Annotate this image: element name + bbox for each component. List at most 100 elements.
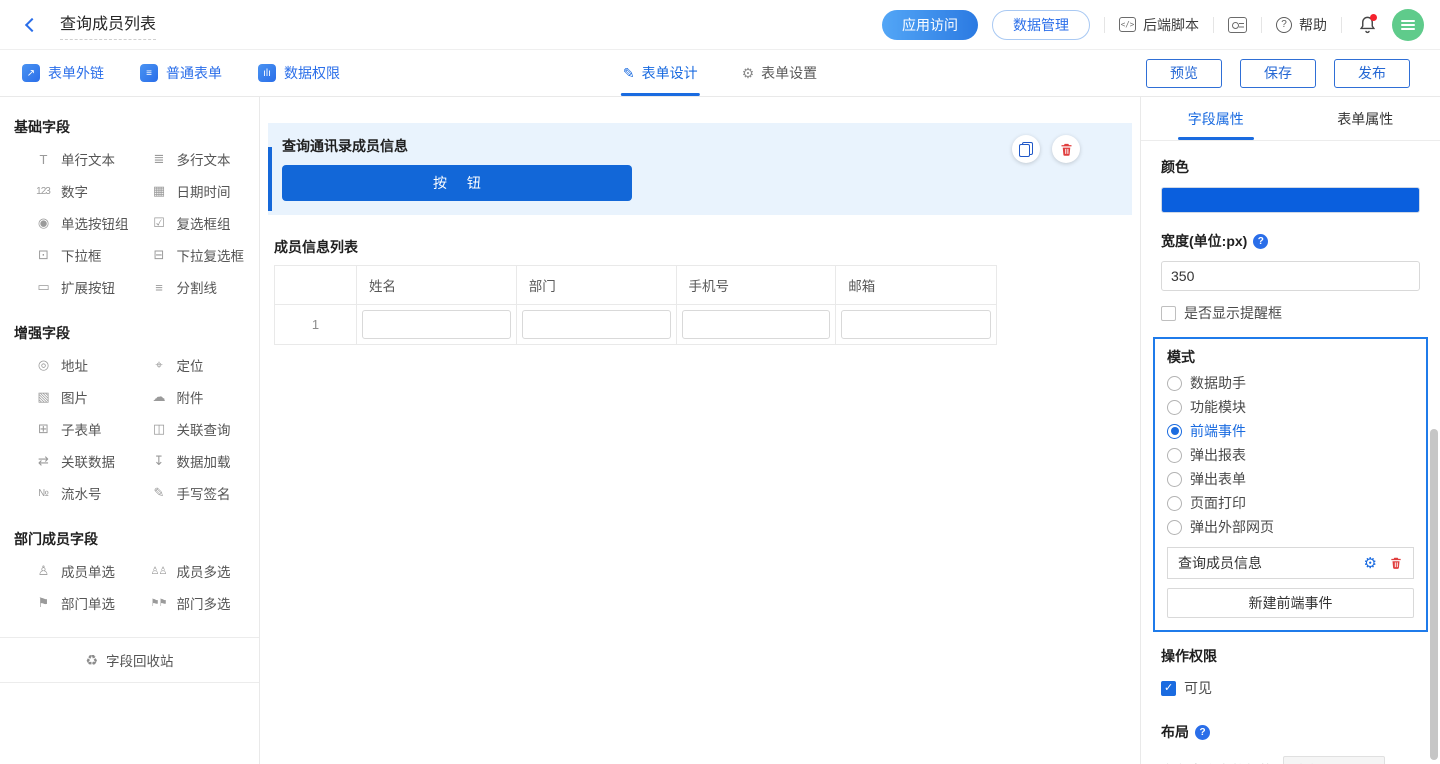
- reminder-checkbox-row[interactable]: 是否显示提醒框: [1161, 303, 1420, 323]
- field-type-label: 关联数据: [61, 451, 115, 471]
- mode-radio-option[interactable]: 弹出表单: [1167, 467, 1414, 491]
- field-type-label: 关联查询: [177, 419, 231, 439]
- width-help-icon[interactable]: ?: [1253, 234, 1268, 249]
- checkbox-group-icon: ☑: [150, 215, 168, 231]
- field-type-item[interactable]: ✎ 手写签名: [130, 477, 246, 509]
- mode-radio-option[interactable]: 弹出外部网页: [1167, 515, 1414, 539]
- table-cell-input[interactable]: [682, 310, 831, 339]
- table-column-header: 邮箱: [836, 266, 996, 305]
- form-action-button[interactable]: 按 钮: [282, 165, 632, 201]
- field-type-item[interactable]: T 单行文本: [14, 143, 130, 175]
- app-access-button[interactable]: 应用访问: [882, 10, 978, 40]
- data-manage-button[interactable]: 数据管理: [992, 10, 1090, 40]
- field-type-label: 多行文本: [177, 149, 231, 169]
- color-swatch[interactable]: [1161, 187, 1420, 213]
- toolbar-action-button[interactable]: 保存: [1240, 59, 1316, 88]
- designer-tab[interactable]: ✎ 表单设计: [623, 50, 698, 96]
- table-cell-input[interactable]: [522, 310, 671, 339]
- subform-icon: ⊞: [34, 421, 52, 437]
- mode-radio-option[interactable]: 页面打印: [1167, 491, 1414, 515]
- field-type-item[interactable]: ⊞ 子表单: [14, 413, 130, 445]
- field-type-item[interactable]: ♙♙ 成员多选: [130, 555, 246, 587]
- properties-tab[interactable]: 字段属性: [1141, 97, 1291, 140]
- copy-field-button[interactable]: [1012, 135, 1040, 163]
- properties-tab[interactable]: 表单属性: [1291, 97, 1440, 140]
- field-type-item[interactable]: ↧ 数据加载: [130, 445, 246, 477]
- radio-icon[interactable]: [1167, 400, 1182, 415]
- mode-radio-option[interactable]: 前端事件: [1167, 419, 1414, 443]
- field-type-item[interactable]: ⊡ 下拉框: [14, 239, 130, 271]
- event-delete-trash-icon[interactable]: [1389, 556, 1403, 570]
- field-type-item[interactable]: ⌖ 定位: [130, 349, 246, 381]
- page-title[interactable]: 查询成员列表: [60, 10, 156, 40]
- dropdown-icon: ⊡: [34, 247, 52, 263]
- field-type-item[interactable]: ☁ 附件: [130, 381, 246, 413]
- toolbar-link[interactable]: ılı 数据权限: [258, 63, 340, 83]
- field-type-item[interactable]: ▭ 扩展按钮: [14, 271, 130, 303]
- form-design-canvas: 查询通讯录成员信息 按 钮 成员信息列表 姓名 部门 手机号: [260, 97, 1140, 764]
- field-width-select[interactable]: 全部 ▼: [1283, 756, 1385, 764]
- radio-icon[interactable]: [1167, 472, 1182, 487]
- width-input[interactable]: [1161, 261, 1420, 291]
- panel-scrollbar-thumb[interactable]: [1430, 429, 1438, 760]
- field-type-item[interactable]: ⇄ 关联数据: [14, 445, 130, 477]
- field-type-item[interactable]: ⚑ 部门单选: [14, 587, 130, 619]
- location-icon: ⌖: [150, 357, 168, 373]
- radio-icon[interactable]: [1167, 520, 1182, 535]
- toolbar-link[interactable]: ↗ 表单外链: [22, 63, 104, 83]
- visible-checkbox-row[interactable]: 可见: [1161, 678, 1420, 698]
- frontend-event-item[interactable]: 查询成员信息 ⚙: [1167, 547, 1414, 579]
- field-type-item[interactable]: ▧ 图片: [14, 381, 130, 413]
- field-type-item[interactable]: ≡ 分割线: [130, 271, 246, 303]
- help-button[interactable]: ? 帮助: [1276, 15, 1327, 35]
- id-card-button[interactable]: [1228, 17, 1247, 33]
- radio-icon[interactable]: [1167, 496, 1182, 511]
- designer-tab[interactable]: ⚙ 表单设置: [742, 50, 818, 96]
- properties-tabs: 字段属性 表单属性: [1141, 97, 1440, 141]
- radio-icon[interactable]: [1167, 376, 1182, 391]
- table-cell-input[interactable]: [362, 310, 511, 339]
- toolbar-actions: 预览 保存 发布: [1146, 59, 1410, 88]
- selected-button-field[interactable]: 查询通讯录成员信息 按 钮: [268, 123, 1132, 215]
- field-type-label: 数据加载: [177, 451, 231, 471]
- field-type-label: 日期时间: [177, 181, 231, 201]
- reminder-checkbox[interactable]: [1161, 306, 1176, 321]
- field-type-item[interactable]: ◎ 地址: [14, 349, 130, 381]
- field-type-item[interactable]: ♙ 成员单选: [14, 555, 130, 587]
- toolbar-action-button[interactable]: 预览: [1146, 59, 1222, 88]
- table-cell-input[interactable]: [841, 310, 991, 339]
- divider: [1341, 17, 1342, 33]
- radio-icon[interactable]: [1167, 424, 1182, 439]
- field-recycle-bin-button[interactable]: ♻ 字段回收站: [0, 637, 259, 683]
- user-avatar[interactable]: [1392, 9, 1424, 41]
- event-settings-gear-icon[interactable]: ⚙: [1364, 556, 1377, 571]
- toolbar-action-button[interactable]: 发布: [1334, 59, 1410, 88]
- field-type-item[interactable]: ☑ 复选框组: [130, 207, 246, 239]
- field-type-item[interactable]: ◉ 单选按钮组: [14, 207, 130, 239]
- toolbar-link[interactable]: ≡ 普通表单: [140, 63, 222, 83]
- mode-radio-option[interactable]: 弹出报表: [1167, 443, 1414, 467]
- field-library-sidebar: 基础字段 T 单行文本 ≣ 多行文本 123 数字 ▦: [0, 97, 260, 764]
- row-index: 1: [275, 305, 357, 344]
- color-label: 颜色: [1161, 157, 1420, 177]
- field-type-item[interactable]: 123 数字: [14, 175, 130, 207]
- back-button[interactable]: [18, 11, 46, 39]
- mode-radio-option[interactable]: 功能模块: [1167, 395, 1414, 419]
- visible-checkbox[interactable]: [1161, 681, 1176, 696]
- layout-help-icon[interactable]: ?: [1195, 725, 1210, 740]
- mode-radio-option[interactable]: 数据助手: [1167, 371, 1414, 395]
- field-type-item[interactable]: № 流水号: [14, 477, 130, 509]
- field-type-item[interactable]: ≣ 多行文本: [130, 143, 246, 175]
- notification-bell-button[interactable]: [1356, 14, 1378, 36]
- field-type-item[interactable]: ▦ 日期时间: [130, 175, 246, 207]
- field-type-item[interactable]: ◫ 关联查询: [130, 413, 246, 445]
- field-type-item[interactable]: ⊟ 下拉复选框: [130, 239, 246, 271]
- backend-script-button[interactable]: </> 后端脚本: [1119, 15, 1199, 35]
- field-tools: [1012, 135, 1080, 163]
- field-type-label: 图片: [61, 387, 88, 407]
- field-type-item[interactable]: ⚑⚑ 部门多选: [130, 587, 246, 619]
- new-frontend-event-button[interactable]: 新建前端事件: [1167, 588, 1414, 618]
- delete-field-button[interactable]: [1052, 135, 1080, 163]
- radio-icon[interactable]: [1167, 448, 1182, 463]
- code-icon: </>: [1119, 17, 1136, 32]
